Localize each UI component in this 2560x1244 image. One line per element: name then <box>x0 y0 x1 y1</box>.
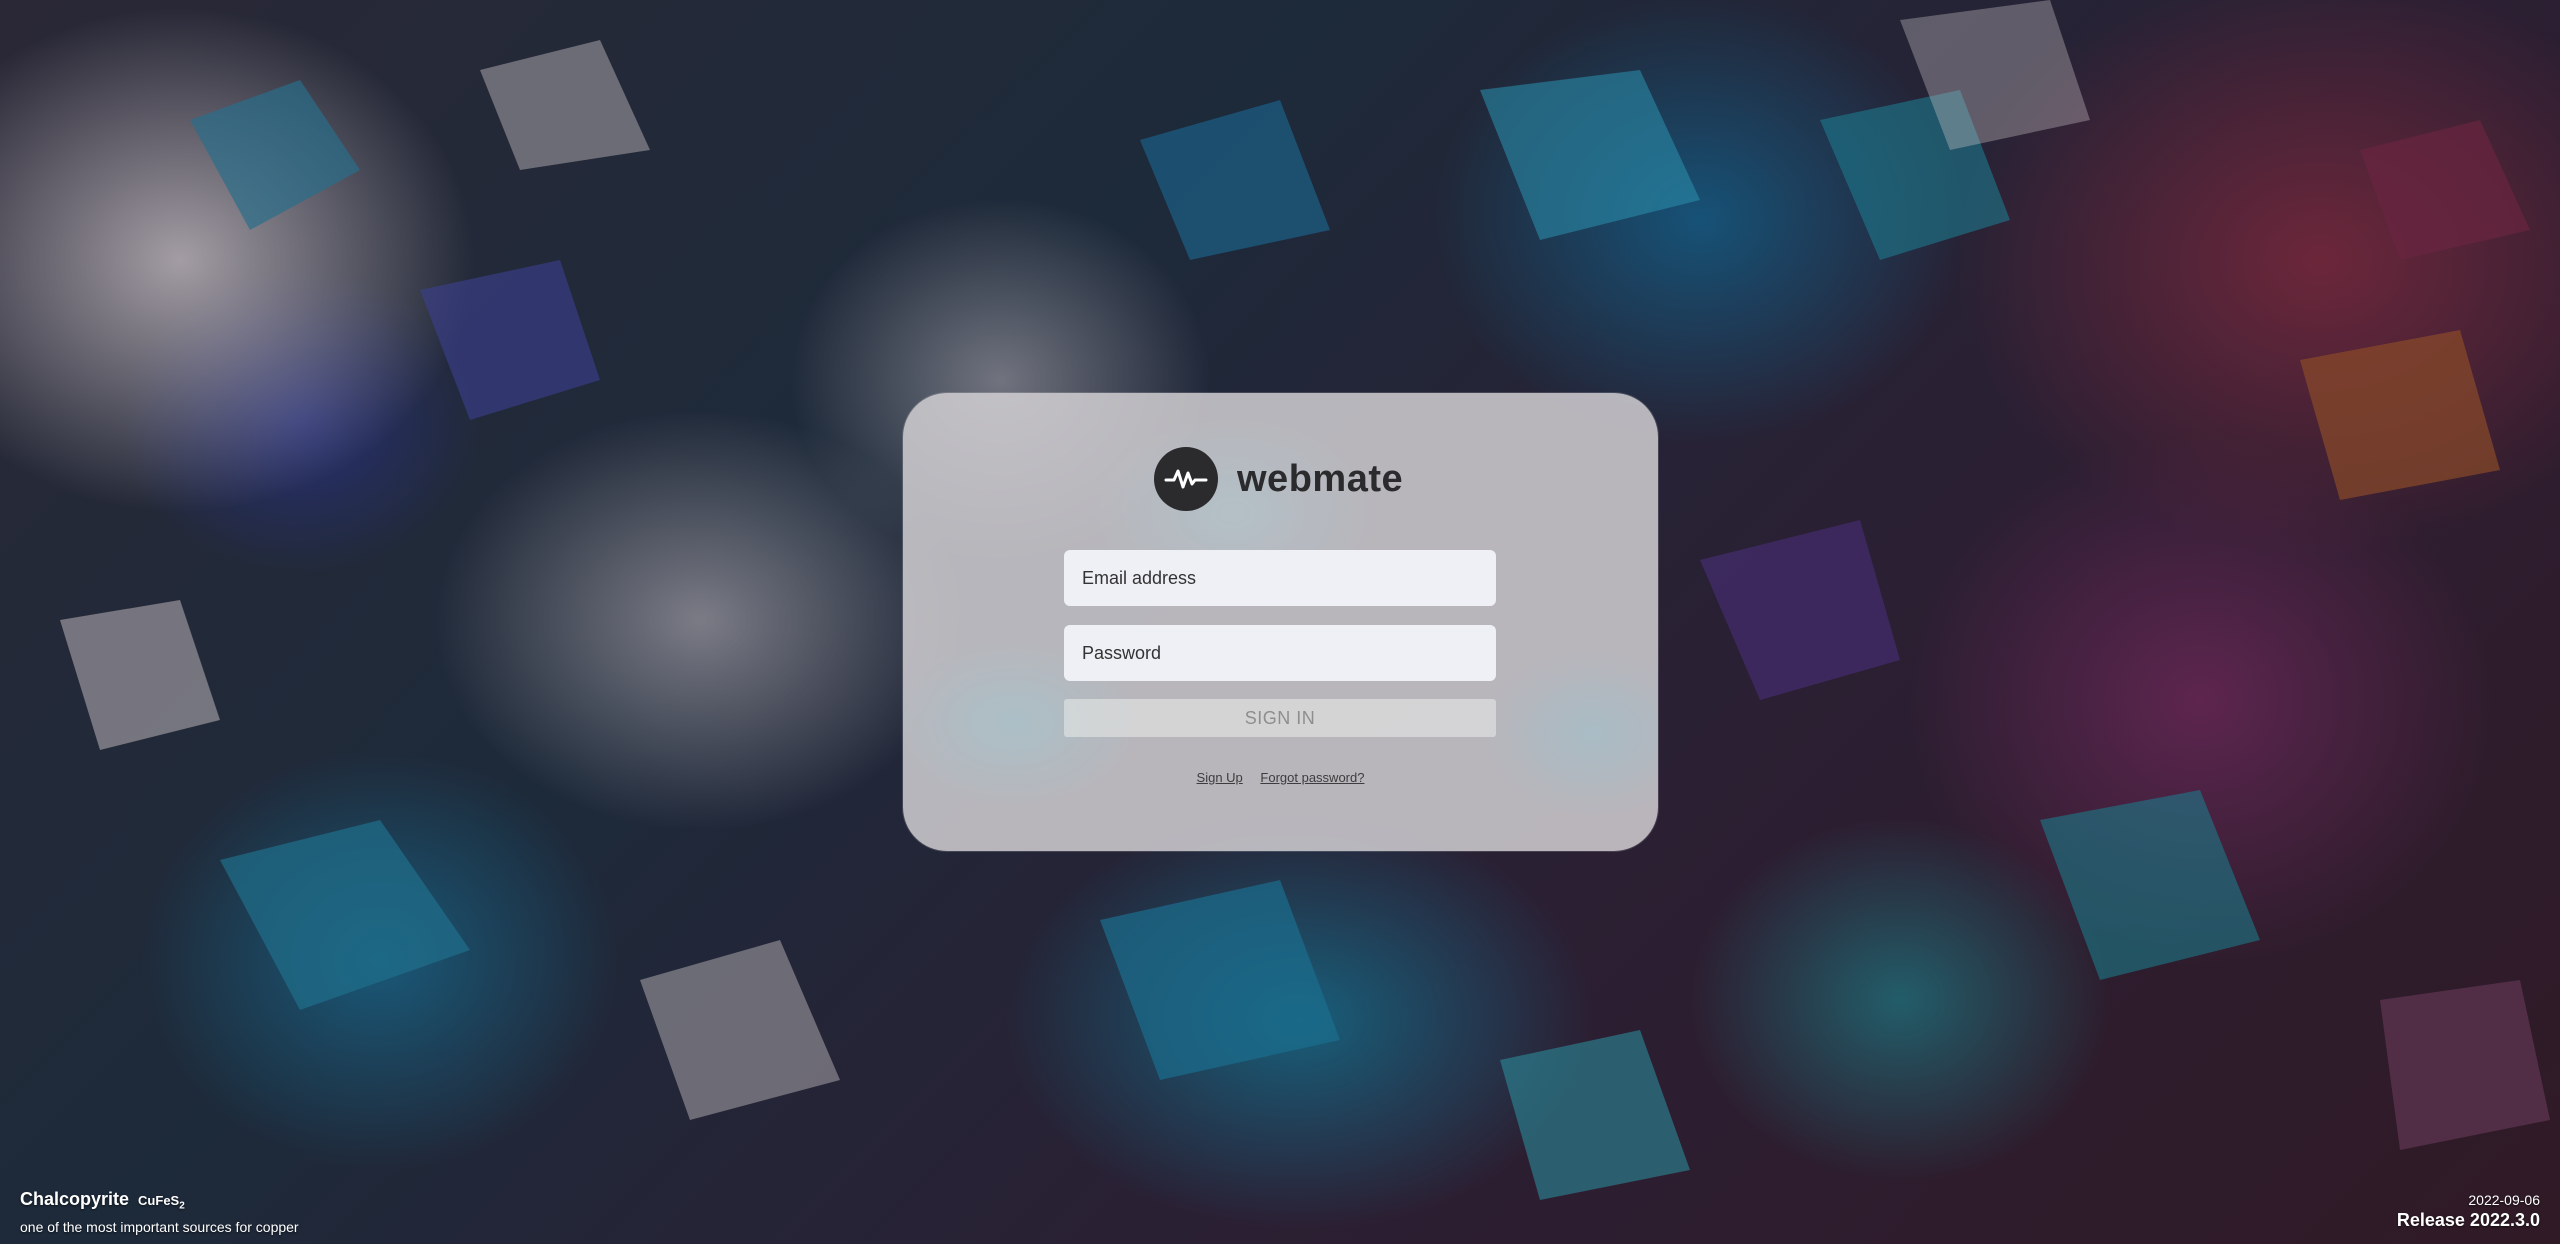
app-name: webmate <box>1237 457 1404 500</box>
release-date: 2022-09-06 <box>2468 1192 2540 1208</box>
mineral-description: one of the most important sources for co… <box>20 1218 299 1235</box>
login-card: webmate SIGN IN Sign Up Forgot password? <box>903 393 1658 851</box>
app-logo: webmate <box>1154 446 1403 512</box>
forgot-password-link[interactable]: Forgot password? <box>1260 770 1364 785</box>
email-input[interactable] <box>1064 550 1496 606</box>
mineral-formula: CuFeS2 <box>138 1193 185 1212</box>
auth-links: Sign Up Forgot password? <box>903 770 1658 785</box>
mineral-title: Chalcopyrite CuFeS2 <box>20 1188 299 1218</box>
mineral-name: Chalcopyrite <box>20 1189 130 1209</box>
release-info: 2022-09-06 Release 2022.3.0 <box>2397 1192 2540 1231</box>
password-input[interactable] <box>1064 625 1496 681</box>
background-caption: Chalcopyrite CuFeS2 one of the most impo… <box>20 1188 299 1236</box>
webmate-wave-logo-icon <box>1154 447 1218 511</box>
sign-up-link[interactable]: Sign Up <box>1197 770 1243 785</box>
sign-in-button[interactable]: SIGN IN <box>1064 699 1496 737</box>
release-version: Release 2022.3.0 <box>2396 1210 2540 1230</box>
